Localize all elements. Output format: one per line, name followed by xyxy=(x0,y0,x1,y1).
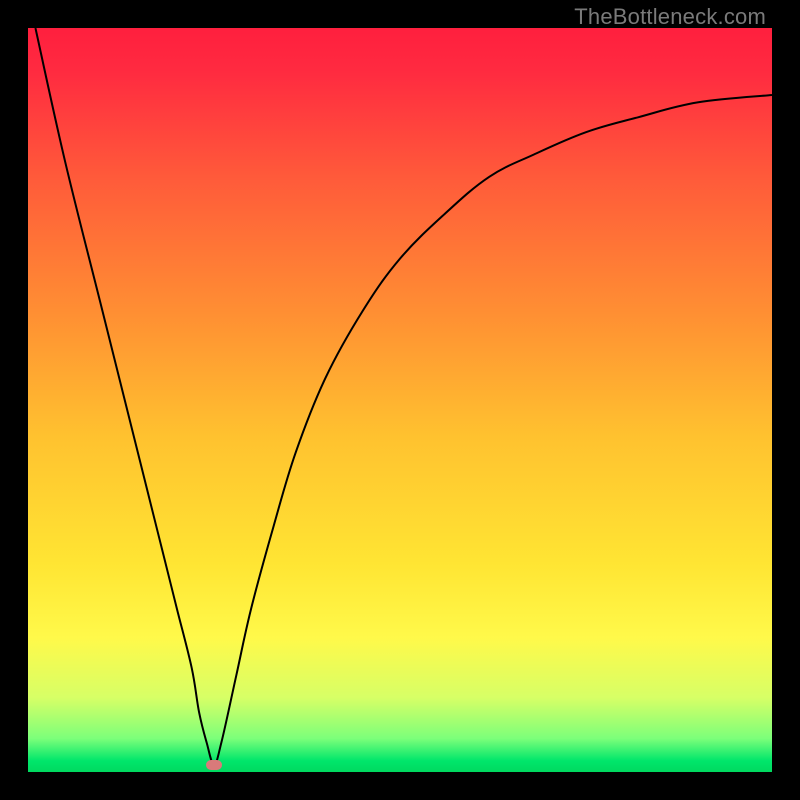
plot-area xyxy=(28,28,772,772)
chart-frame: TheBottleneck.com xyxy=(0,0,800,800)
optimal-point-marker xyxy=(206,760,222,770)
watermark-label: TheBottleneck.com xyxy=(574,4,766,30)
bottleneck-curve xyxy=(28,28,772,772)
